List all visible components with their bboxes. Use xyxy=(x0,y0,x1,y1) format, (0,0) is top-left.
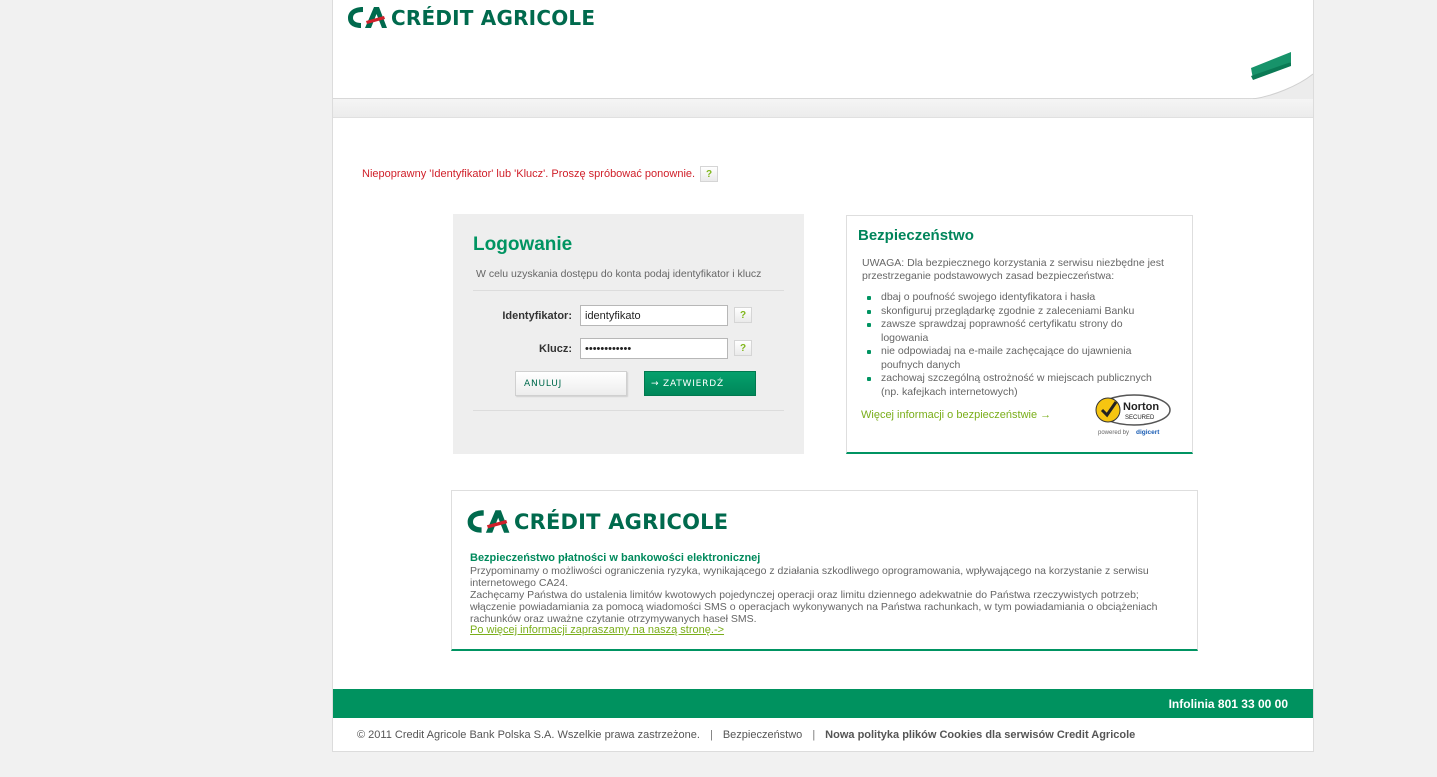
brand-logo-text: CRÉDIT AGRICOLE xyxy=(391,6,596,30)
footer-links: © 2011 Credit Agricole Bank Polska S.A. … xyxy=(357,729,1135,741)
footer-security-link[interactable]: Bezpieczeństwo xyxy=(723,729,803,741)
login-title: Logowanie xyxy=(473,234,573,255)
error-message: Niepoprawny 'Identyfikator' lub 'Klucz'.… xyxy=(362,168,696,180)
security-tips-list: dbaj o poufność swojego identyfikatora i… xyxy=(862,291,1172,399)
list-item: dbaj o poufność swojego identyfikatora i… xyxy=(862,291,1172,305)
key-input[interactable] xyxy=(580,338,728,359)
security-panel: Bezpieczeństwo UWAGA: Dla bezpiecznego k… xyxy=(846,215,1193,454)
footer-separator: | xyxy=(709,729,713,741)
submit-button[interactable]: → ZATWIERDŹ xyxy=(644,371,756,396)
security-title: Bezpieczeństwo xyxy=(858,227,974,244)
login-panel: Logowanie W celu uzyskania dostępu do ko… xyxy=(453,214,804,454)
norton-digicert: digicert xyxy=(1136,429,1160,436)
norton-secured-seal-icon[interactable]: Norton SECURED powered by digicert xyxy=(1092,393,1172,437)
brand-logo-secondary: CRÉDIT AGRICOLE xyxy=(466,507,728,537)
norton-powered: powered by xyxy=(1098,430,1129,436)
key-help-button[interactable]: ? xyxy=(734,340,752,356)
login-subtitle: W celu uzyskania dostępu do konta podaj … xyxy=(476,268,762,280)
key-label: Klucz: xyxy=(539,343,572,355)
norton-secured: SECURED xyxy=(1125,415,1155,421)
list-item: skonfiguruj przeglądarkę zgodnie z zalec… xyxy=(862,305,1172,319)
footer-separator: | xyxy=(812,729,816,741)
header-top: CRÉDIT AGRICOLE xyxy=(333,0,1313,100)
divider xyxy=(473,410,784,411)
list-item: nie odpowiadaj na e-maile zachęcające do… xyxy=(862,345,1172,372)
identifier-input[interactable] xyxy=(580,305,728,326)
header-strip xyxy=(333,99,1313,118)
page-container: CRÉDIT AGRICOLE Niepoprawny 'Identyfikat… xyxy=(332,0,1314,752)
error-message-row: Niepoprawny 'Identyfikator' lub 'Klucz'.… xyxy=(362,166,719,182)
payments-security-panel: CRÉDIT AGRICOLE Bezpieczeństwo płatności… xyxy=(451,490,1198,651)
cancel-button[interactable]: ANULUJ xyxy=(515,371,627,396)
brand-logo-text: CRÉDIT AGRICOLE xyxy=(514,510,729,534)
brand-logo[interactable]: CRÉDIT AGRICOLE xyxy=(347,4,595,32)
payments-text: Przypominamy o możliwości ograniczenia r… xyxy=(470,565,1185,625)
payments-paragraph-2: Zachęcamy Państwa do ustalenia limitów k… xyxy=(470,589,1158,625)
payments-title: Bezpieczeństwo płatności w bankowości el… xyxy=(470,552,761,564)
ca-emblem-icon xyxy=(348,7,387,28)
footer-cookies-link[interactable]: Nowa polityka plików Cookies dla serwisó… xyxy=(825,729,1135,741)
divider xyxy=(473,290,784,291)
norton-name: Norton xyxy=(1123,401,1159,413)
list-item: zawsze sprawdzaj poprawność certyfikatu … xyxy=(862,318,1172,345)
corner-ribbon-icon xyxy=(1251,52,1313,100)
payments-paragraph-1: Przypominamy o możliwości ograniczenia r… xyxy=(470,565,1149,589)
payments-more-link[interactable]: Po więcej informacji zapraszamy na naszą… xyxy=(470,624,724,636)
header: CRÉDIT AGRICOLE xyxy=(333,0,1313,118)
copyright-text: © 2011 Credit Agricole Bank Polska S.A. … xyxy=(357,729,700,741)
security-more-link[interactable]: Więcej informacji o bezpieczeństwie → xyxy=(861,409,1051,421)
identifier-help-button[interactable]: ? xyxy=(734,307,752,323)
identifier-label: Identyfikator: xyxy=(502,310,572,322)
error-help-button[interactable]: ? xyxy=(700,166,719,182)
footer-bar: Infolinia 801 33 00 00 xyxy=(333,689,1313,718)
ca-emblem-icon xyxy=(467,510,510,533)
security-intro: UWAGA: Dla bezpiecznego korzystania z se… xyxy=(862,257,1164,282)
hotline-number: Infolinia 801 33 00 00 xyxy=(1168,697,1288,711)
